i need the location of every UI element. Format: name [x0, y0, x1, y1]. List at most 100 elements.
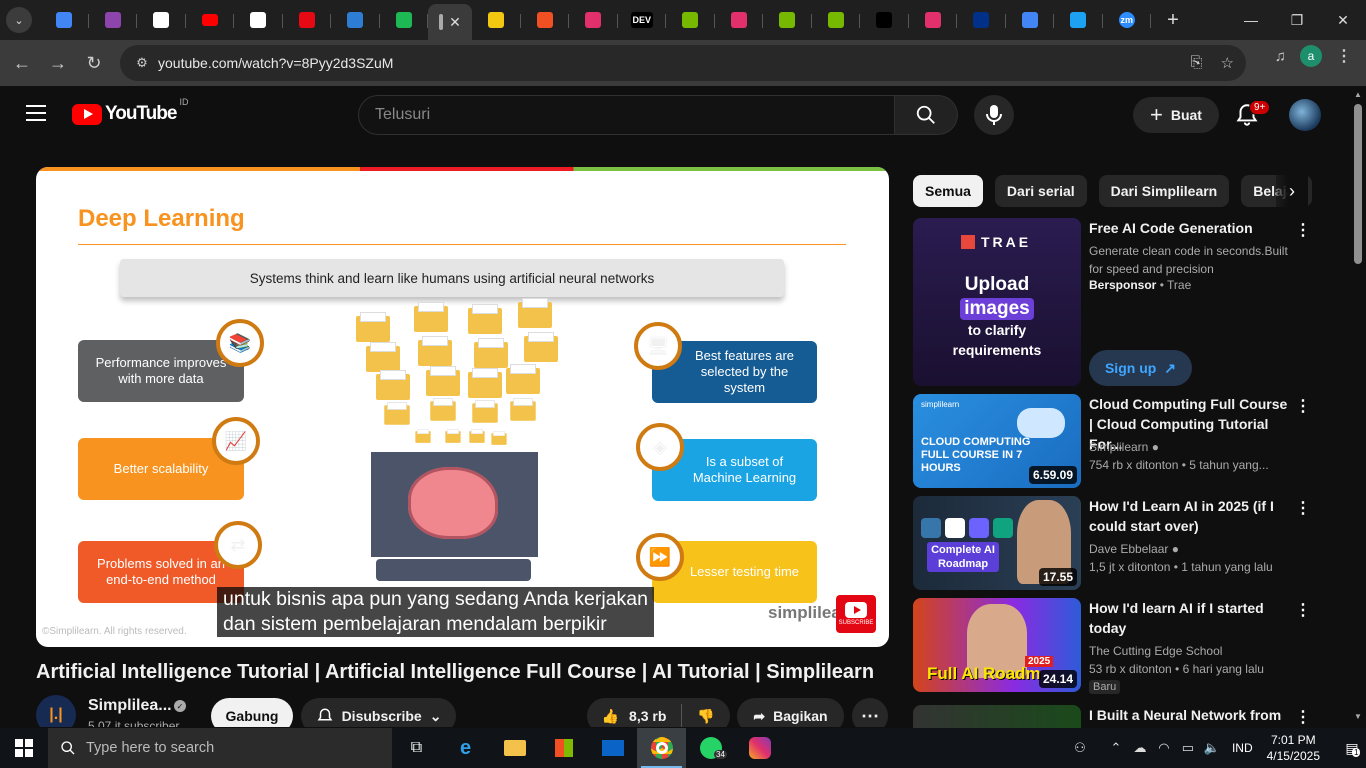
profile-avatar[interactable]: a — [1300, 45, 1322, 67]
video-channel[interactable]: Simplilearn ● — [1089, 440, 1159, 454]
url-text[interactable]: youtube.com/watch?v=8Pyy2d3SZuM — [158, 55, 393, 71]
action-center-button[interactable]: ▤ 1 — [1338, 740, 1366, 757]
browser-tab[interactable] — [1054, 4, 1103, 36]
video-title-link[interactable]: I Built a Neural Network from — [1089, 705, 1289, 725]
recommended-video[interactable]: simplilearn CLOUD COMPUTING FULL COURSE … — [913, 394, 1318, 488]
taskbar-app-chrome[interactable] — [637, 728, 686, 768]
recommended-video[interactable]: Complete AI Roadmap 17.55 How I'd Learn … — [913, 496, 1318, 590]
guide-menu-icon[interactable] — [26, 105, 46, 121]
browser-tab[interactable] — [909, 4, 957, 36]
chip-all[interactable]: Semua — [913, 175, 983, 207]
video-menu-icon[interactable]: ⋮ — [1295, 707, 1311, 727]
voice-search-button[interactable] — [974, 95, 1014, 135]
browser-tab[interactable] — [283, 4, 331, 36]
taskbar-app-edge[interactable]: e — [441, 728, 490, 768]
video-thumbnail[interactable]: simplilearn CLOUD COMPUTING FULL COURSE … — [913, 394, 1081, 488]
user-avatar[interactable] — [1289, 99, 1321, 131]
ad-thumbnail[interactable]: TRAE Upload images to clarify requiremen… — [913, 218, 1081, 386]
sponsored-ad[interactable]: TRAE Upload images to clarify requiremen… — [913, 218, 1318, 386]
scroll-up-icon[interactable]: ▲ — [1354, 90, 1362, 99]
page-scrollbar[interactable]: ▲ ▼ — [1350, 86, 1366, 728]
browser-tab[interactable] — [763, 4, 812, 36]
search-input[interactable] — [358, 95, 895, 135]
create-button[interactable]: + Buat — [1133, 97, 1219, 133]
forward-button[interactable]: → — [40, 45, 76, 81]
video-channel[interactable]: Dave Ebbelaar ● — [1089, 542, 1179, 556]
taskbar-app-instagram[interactable] — [735, 728, 784, 768]
chip-from-series[interactable]: Dari serial — [994, 175, 1087, 207]
video-title-link[interactable]: How I'd learn AI if I started today — [1089, 598, 1289, 638]
taskbar-search[interactable]: Type here to search — [48, 728, 392, 768]
taskbar-app-store[interactable] — [539, 728, 588, 768]
minimize-button[interactable]: — — [1228, 0, 1274, 40]
volume-icon[interactable]: 🔈 — [1200, 740, 1224, 756]
browser-tab[interactable]: DEV — [618, 4, 666, 36]
wifi-icon[interactable]: ◠ — [1152, 740, 1176, 756]
ad-menu-icon[interactable]: ⋮ — [1295, 220, 1311, 240]
ad-title[interactable]: Free AI Code Generation — [1089, 218, 1289, 238]
address-bar[interactable]: ⚙ youtube.com/watch?v=8Pyy2d3SZuM ⎘ ☆ — [120, 45, 1246, 81]
people-icon[interactable]: ⚇ — [1068, 740, 1092, 756]
bookmark-star-icon[interactable]: ☆ — [1221, 54, 1234, 72]
maximize-button[interactable]: ❐ — [1274, 0, 1320, 40]
youtube-logo[interactable]: YouTube ID — [72, 97, 188, 125]
close-tab-icon[interactable]: ✕ — [449, 14, 461, 31]
browser-tab[interactable]: zm — [1103, 4, 1151, 36]
media-controls-icon[interactable]: ♫ — [1275, 48, 1286, 65]
video-title-link[interactable]: How I'd Learn AI in 2025 (if I could sta… — [1089, 496, 1289, 536]
browser-tab[interactable] — [812, 4, 860, 36]
clock[interactable]: 7:01 PM 4/15/2025 — [1267, 732, 1320, 764]
taskbar-app-explorer[interactable] — [490, 728, 539, 768]
browser-tab[interactable] — [860, 4, 909, 36]
taskbar-app-whatsapp[interactable]: 34 — [686, 728, 735, 768]
like-button[interactable]: 👍 8,3 rb — [587, 704, 682, 727]
close-window-button[interactable]: ✕ — [1320, 0, 1366, 40]
share-button[interactable]: ➦ Bagikan — [737, 698, 844, 727]
ad-signup-button[interactable]: Sign up ↗ — [1089, 350, 1192, 386]
taskbar-app-mail[interactable] — [588, 728, 637, 768]
browser-tab[interactable] — [89, 4, 137, 36]
browser-tab[interactable] — [186, 4, 234, 36]
input-language[interactable]: IND — [1232, 741, 1253, 755]
more-actions-button[interactable]: ⋯ — [852, 698, 888, 727]
browser-tab[interactable] — [521, 4, 569, 36]
video-thumbnail[interactable]: 2025 Full AI Roadm 24.14 — [913, 598, 1081, 692]
browser-tab[interactable] — [40, 4, 89, 36]
browser-tab[interactable] — [1006, 4, 1054, 36]
subscribed-button[interactable]: Disubscribe ⌄ — [301, 698, 456, 727]
scroll-down-icon[interactable]: ▼ — [1354, 712, 1362, 721]
video-menu-icon[interactable]: ⋮ — [1295, 498, 1311, 518]
channel-name[interactable]: Simplilea... — [88, 697, 172, 715]
search-button[interactable] — [895, 95, 958, 135]
browser-tab[interactable] — [472, 4, 521, 36]
browser-tab[interactable] — [234, 4, 283, 36]
video-thumbnail[interactable] — [913, 705, 1081, 728]
reload-button[interactable]: ↻ — [76, 45, 112, 81]
back-button[interactable]: ← — [4, 45, 40, 81]
browser-tab[interactable] — [957, 4, 1006, 36]
start-button[interactable] — [0, 728, 48, 768]
cloud-icon[interactable]: ☁ — [1128, 740, 1152, 756]
subscribe-watermark-button[interactable]: SUBSCRIBE — [836, 595, 876, 633]
browser-tab[interactable] — [137, 4, 186, 36]
site-info-icon[interactable]: ⚙ — [130, 55, 154, 71]
browser-tab[interactable] — [666, 4, 715, 36]
join-button[interactable]: Gabung — [211, 698, 293, 727]
browser-tab[interactable] — [331, 4, 380, 36]
video-player[interactable]: Deep Learning Systems think and learn li… — [36, 167, 889, 647]
video-menu-icon[interactable]: ⋮ — [1295, 396, 1311, 416]
chevron-up-icon[interactable]: ⌃ — [1104, 740, 1128, 756]
browser-tab[interactable] — [569, 4, 618, 36]
video-menu-icon[interactable]: ⋮ — [1295, 600, 1311, 620]
browser-tab[interactable] — [380, 4, 428, 36]
install-app-icon[interactable]: ⎘ — [1191, 54, 1203, 72]
chevron-right-icon[interactable]: › — [1276, 175, 1308, 207]
new-tab-button[interactable]: + — [1159, 6, 1187, 34]
tab-search-button[interactable]: ⌄ — [6, 7, 32, 33]
browser-menu-icon[interactable]: ⋮ — [1336, 46, 1352, 66]
browser-tab[interactable]: ✕ — [428, 4, 472, 40]
scroll-thumb[interactable] — [1354, 104, 1362, 264]
recommended-video[interactable]: 2025 Full AI Roadm 24.14 How I'd learn A… — [913, 598, 1318, 694]
dislike-button[interactable]: 👎 — [682, 708, 730, 725]
battery-icon[interactable]: ▭ — [1176, 740, 1200, 756]
